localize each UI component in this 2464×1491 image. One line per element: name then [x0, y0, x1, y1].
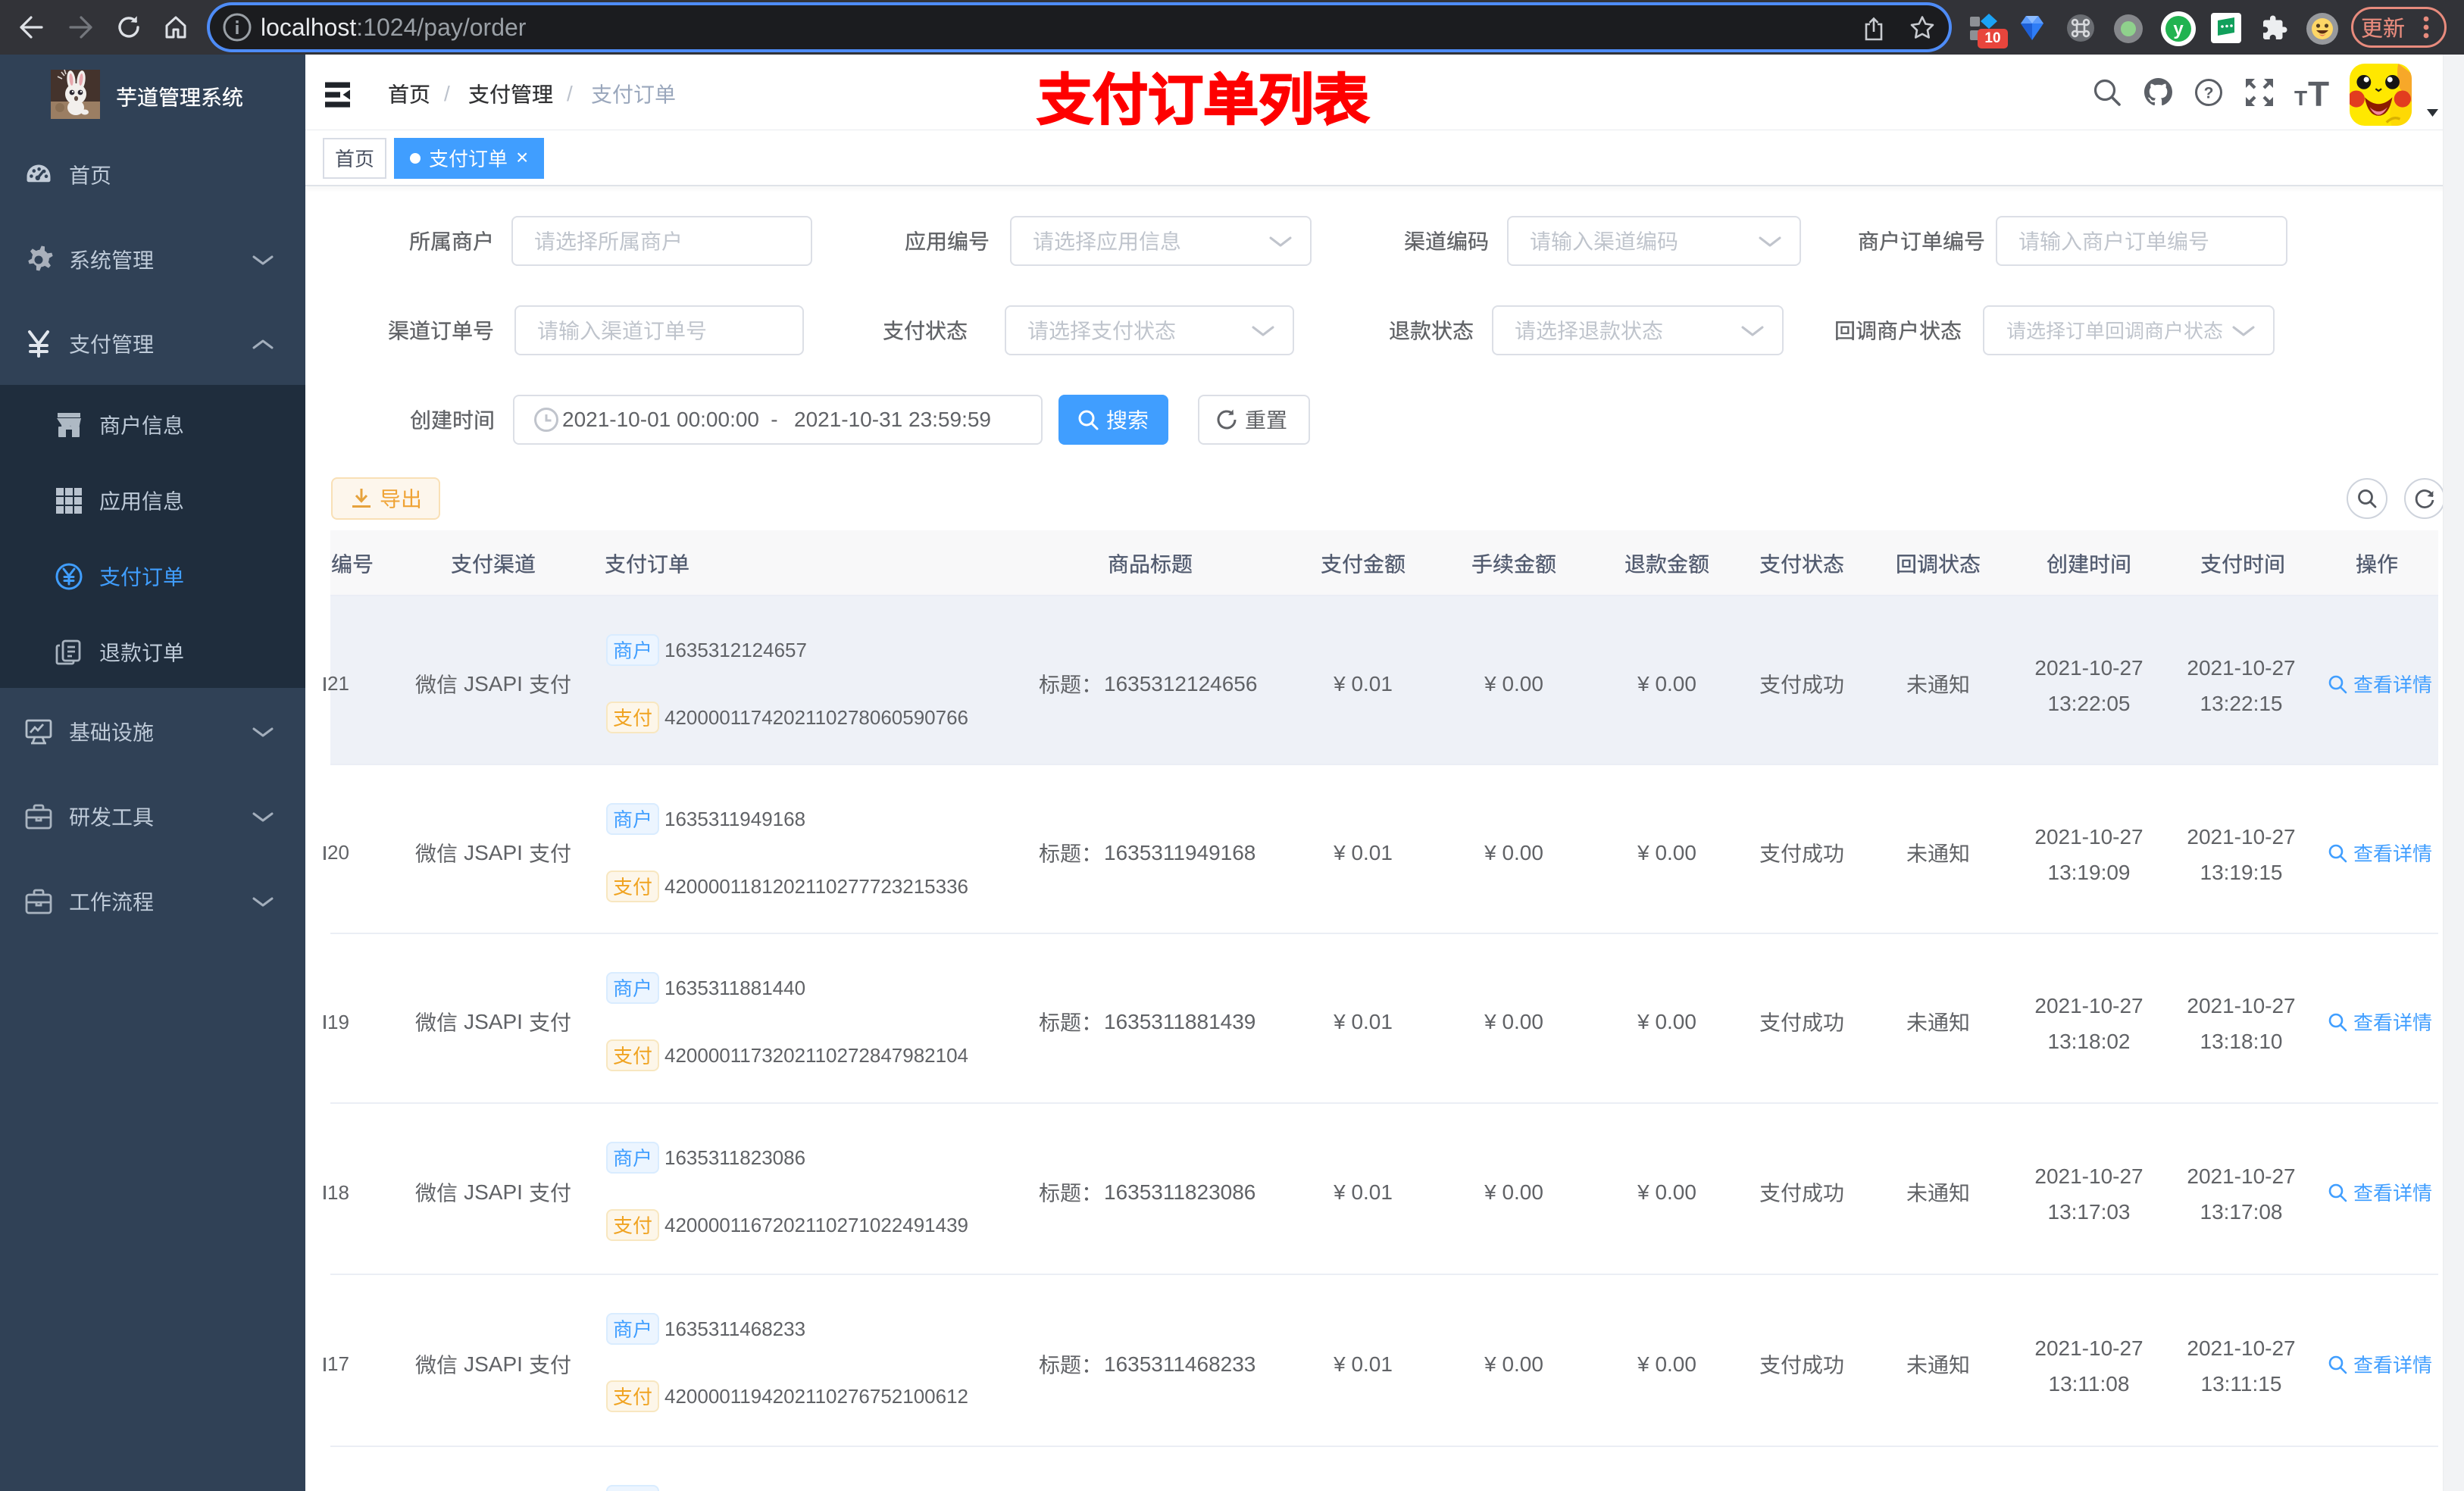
- svg-text:y: y: [2173, 19, 2184, 39]
- svg-text:?: ?: [2204, 85, 2214, 102]
